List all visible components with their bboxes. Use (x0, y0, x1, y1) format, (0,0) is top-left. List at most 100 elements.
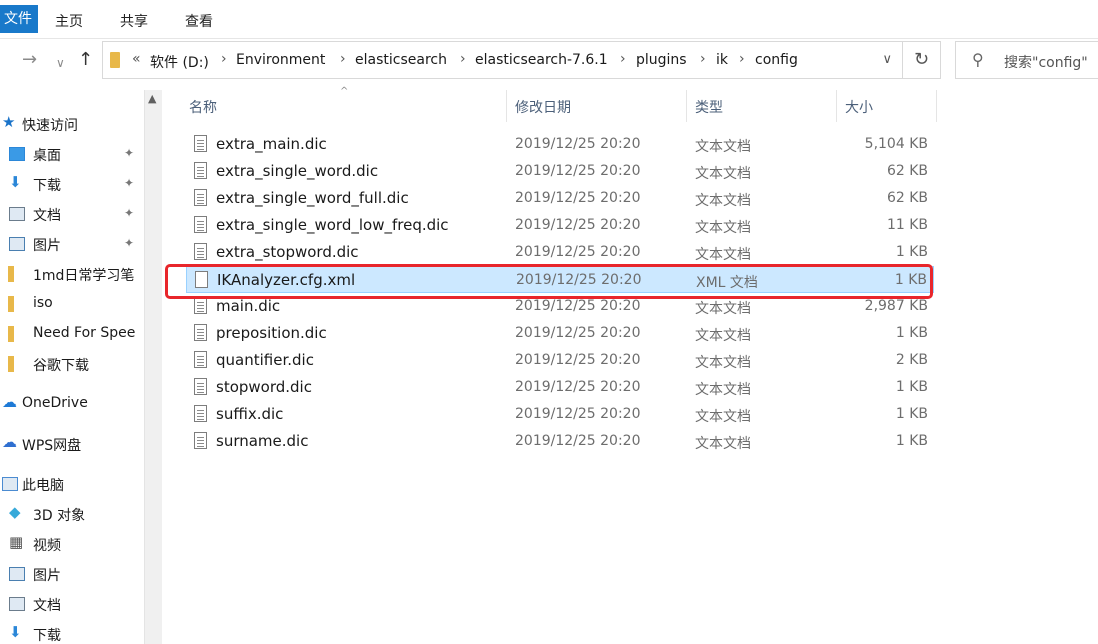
sidebar-item-label: OneDrive (22, 395, 88, 411)
text-file-icon (194, 243, 207, 260)
sidebar-item[interactable]: 图片 (0, 561, 144, 589)
pin-icon[interactable]: ✦ (124, 146, 134, 160)
sidebar-item[interactable]: ⬇ 下载 (0, 621, 144, 644)
file-size: 1 KB (895, 379, 928, 395)
breadcrumb-separator[interactable]: › (340, 51, 346, 67)
file-name[interactable]: preposition.dic (216, 324, 327, 342)
up-arrow-icon[interactable]: ↑ (78, 51, 93, 69)
tab-view[interactable]: 查看 (185, 11, 213, 31)
nav-scrollbar[interactable]: ▲ (144, 90, 162, 644)
recent-locations-chevron-icon[interactable]: ∨ (56, 54, 65, 72)
file-name[interactable]: extra_single_word_low_freq.dic (216, 216, 449, 234)
table-row[interactable]: surname.dic 2019/12/25 20:20 文本文档 1 KB (186, 428, 934, 455)
sidebar-item[interactable]: ⬇ 下载 ✦ (0, 171, 144, 199)
table-row[interactable]: extra_single_word.dic 2019/12/25 20:20 文本文… (186, 158, 934, 185)
sidebar-item[interactable]: 图片 ✦ (0, 231, 144, 259)
sidebar-item[interactable]: 谷歌下载 (0, 351, 144, 379)
file-name[interactable]: extra_single_word_full.dic (216, 189, 409, 207)
breadcrumb-separator[interactable]: › (739, 51, 745, 67)
file-modified-date: 2019/12/25 20:20 (515, 352, 641, 368)
file-size: 1 KB (895, 406, 928, 422)
file-size: 62 KB (886, 163, 928, 179)
file-size: 11 KB (886, 217, 928, 233)
file-type: 文本文档 (695, 193, 751, 209)
sidebar-item[interactable]: 1md日常学习笔 (0, 261, 144, 289)
scroll-up-arrow-icon[interactable]: ▲ (148, 92, 156, 105)
text-file-icon (194, 297, 207, 314)
refresh-icon[interactable]: ↻ (903, 41, 941, 79)
column-divider (936, 90, 937, 122)
table-row[interactable]: extra_main.dic 2019/12/25 20:20 文本文档 5,104 … (186, 131, 934, 158)
file-name[interactable]: quantifier.dic (216, 351, 314, 369)
pin-icon[interactable]: ✦ (124, 176, 134, 190)
cube-icon: ◆ (9, 503, 21, 521)
file-size: 5,104 KB (864, 136, 928, 152)
file-name[interactable]: extra_main.dic (216, 135, 327, 153)
file-type: 文本文档 (695, 382, 751, 398)
text-file-icon (194, 162, 207, 179)
address-bar[interactable]: « 软件 (D:) › Environment › elasticsearch … (102, 41, 903, 79)
breadcrumb-separator[interactable]: › (460, 51, 466, 67)
overflow-chevron[interactable]: « (132, 51, 141, 67)
pin-icon[interactable]: ✦ (124, 236, 134, 250)
file-modified-date: 2019/12/25 20:20 (515, 433, 641, 449)
file-modified-date: 2019/12/25 20:20 (515, 163, 641, 179)
tab-home[interactable]: 主页 (55, 11, 83, 31)
breadcrumb-elasticsearch-761[interactable]: elasticsearch-7.6.1 (475, 52, 608, 68)
table-row[interactable]: extra_stopword.dic 2019/12/25 20:20 文本文档 1 … (186, 239, 934, 266)
sidebar-item-label: 文档 (33, 598, 61, 614)
breadcrumb-separator[interactable]: › (620, 51, 626, 67)
column-size[interactable]: 大小 (845, 97, 873, 117)
sidebar-item[interactable]: 桌面 ✦ (0, 141, 144, 169)
search-input[interactable]: ⚲ 搜索"config" (955, 41, 1098, 79)
breadcrumb-separator[interactable]: › (700, 51, 706, 67)
file-name[interactable]: extra_single_word.dic (216, 162, 378, 180)
sidebar-item[interactable]: Need For Spee (0, 321, 144, 349)
column-modified[interactable]: 修改日期 (515, 97, 571, 117)
file-name[interactable]: stopword.dic (216, 378, 312, 396)
breadcrumb-separator[interactable]: › (221, 51, 227, 67)
column-type[interactable]: 类型 (695, 97, 723, 117)
sidebar-item-label: 3D 对象 (33, 508, 86, 524)
table-row[interactable]: extra_single_word_full.dic 2019/12/25 20:… (186, 185, 934, 212)
file-modified-date: 2019/12/25 20:20 (515, 136, 641, 152)
download-arrow-icon: ⬇ (9, 623, 22, 641)
sidebar-item[interactable]: ☁ OneDrive (0, 391, 144, 419)
file-name[interactable]: surname.dic (216, 432, 308, 450)
table-row[interactable]: suffix.dic 2019/12/25 20:20 文本文档 1 KB (186, 401, 934, 428)
forward-arrow-icon[interactable]: → (22, 51, 37, 69)
film-icon: ▦ (9, 533, 24, 551)
file-type: 文本文档 (695, 436, 751, 452)
sidebar-item[interactable]: ★ 快速访问 (0, 111, 144, 139)
breadcrumb-plugins[interactable]: plugins (636, 52, 687, 68)
file-name[interactable]: suffix.dic (216, 405, 283, 423)
table-row[interactable]: extra_single_word_low_freq.dic 2019/12/25… (186, 212, 934, 239)
column-name[interactable]: 名称 (189, 97, 217, 117)
text-file-icon (194, 324, 207, 341)
file-name[interactable]: main.dic (216, 297, 280, 315)
breadcrumb-elasticsearch[interactable]: elasticsearch (355, 52, 447, 68)
sidebar-item[interactable]: iso (0, 291, 144, 319)
tab-share[interactable]: 共享 (120, 11, 148, 31)
column-divider (836, 90, 837, 122)
text-file-icon (194, 378, 207, 395)
file-tab[interactable]: 文件 (0, 5, 38, 33)
breadcrumb-environment[interactable]: Environment (236, 52, 325, 68)
sidebar-item[interactable]: ◆ 3D 对象 (0, 501, 144, 529)
table-row[interactable]: stopword.dic 2019/12/25 20:20 文本文档 1 KB (186, 374, 934, 401)
table-row[interactable]: quantifier.dic 2019/12/25 20:20 文本文档 2 KB (186, 347, 934, 374)
sidebar-item[interactable]: 文档 ✦ (0, 201, 144, 229)
file-size: 1 KB (895, 433, 928, 449)
sidebar-item[interactable]: 此电脑 (0, 471, 144, 499)
breadcrumb-config[interactable]: config (755, 52, 798, 68)
table-row[interactable]: preposition.dic 2019/12/25 20:20 文本文档 1 KB (186, 320, 934, 347)
sidebar-item[interactable]: 文档 (0, 591, 144, 619)
breadcrumb-ik[interactable]: ik (716, 52, 728, 68)
sidebar-item[interactable]: ☁ WPS网盘 (0, 431, 144, 459)
address-dropdown-chevron-icon[interactable]: ∨ (882, 52, 892, 67)
text-file-icon (194, 432, 207, 449)
pin-icon[interactable]: ✦ (124, 206, 134, 220)
file-name[interactable]: extra_stopword.dic (216, 243, 359, 261)
breadcrumb-drive[interactable]: 软件 (D:) (150, 52, 209, 72)
sidebar-item[interactable]: ▦ 视频 (0, 531, 144, 559)
